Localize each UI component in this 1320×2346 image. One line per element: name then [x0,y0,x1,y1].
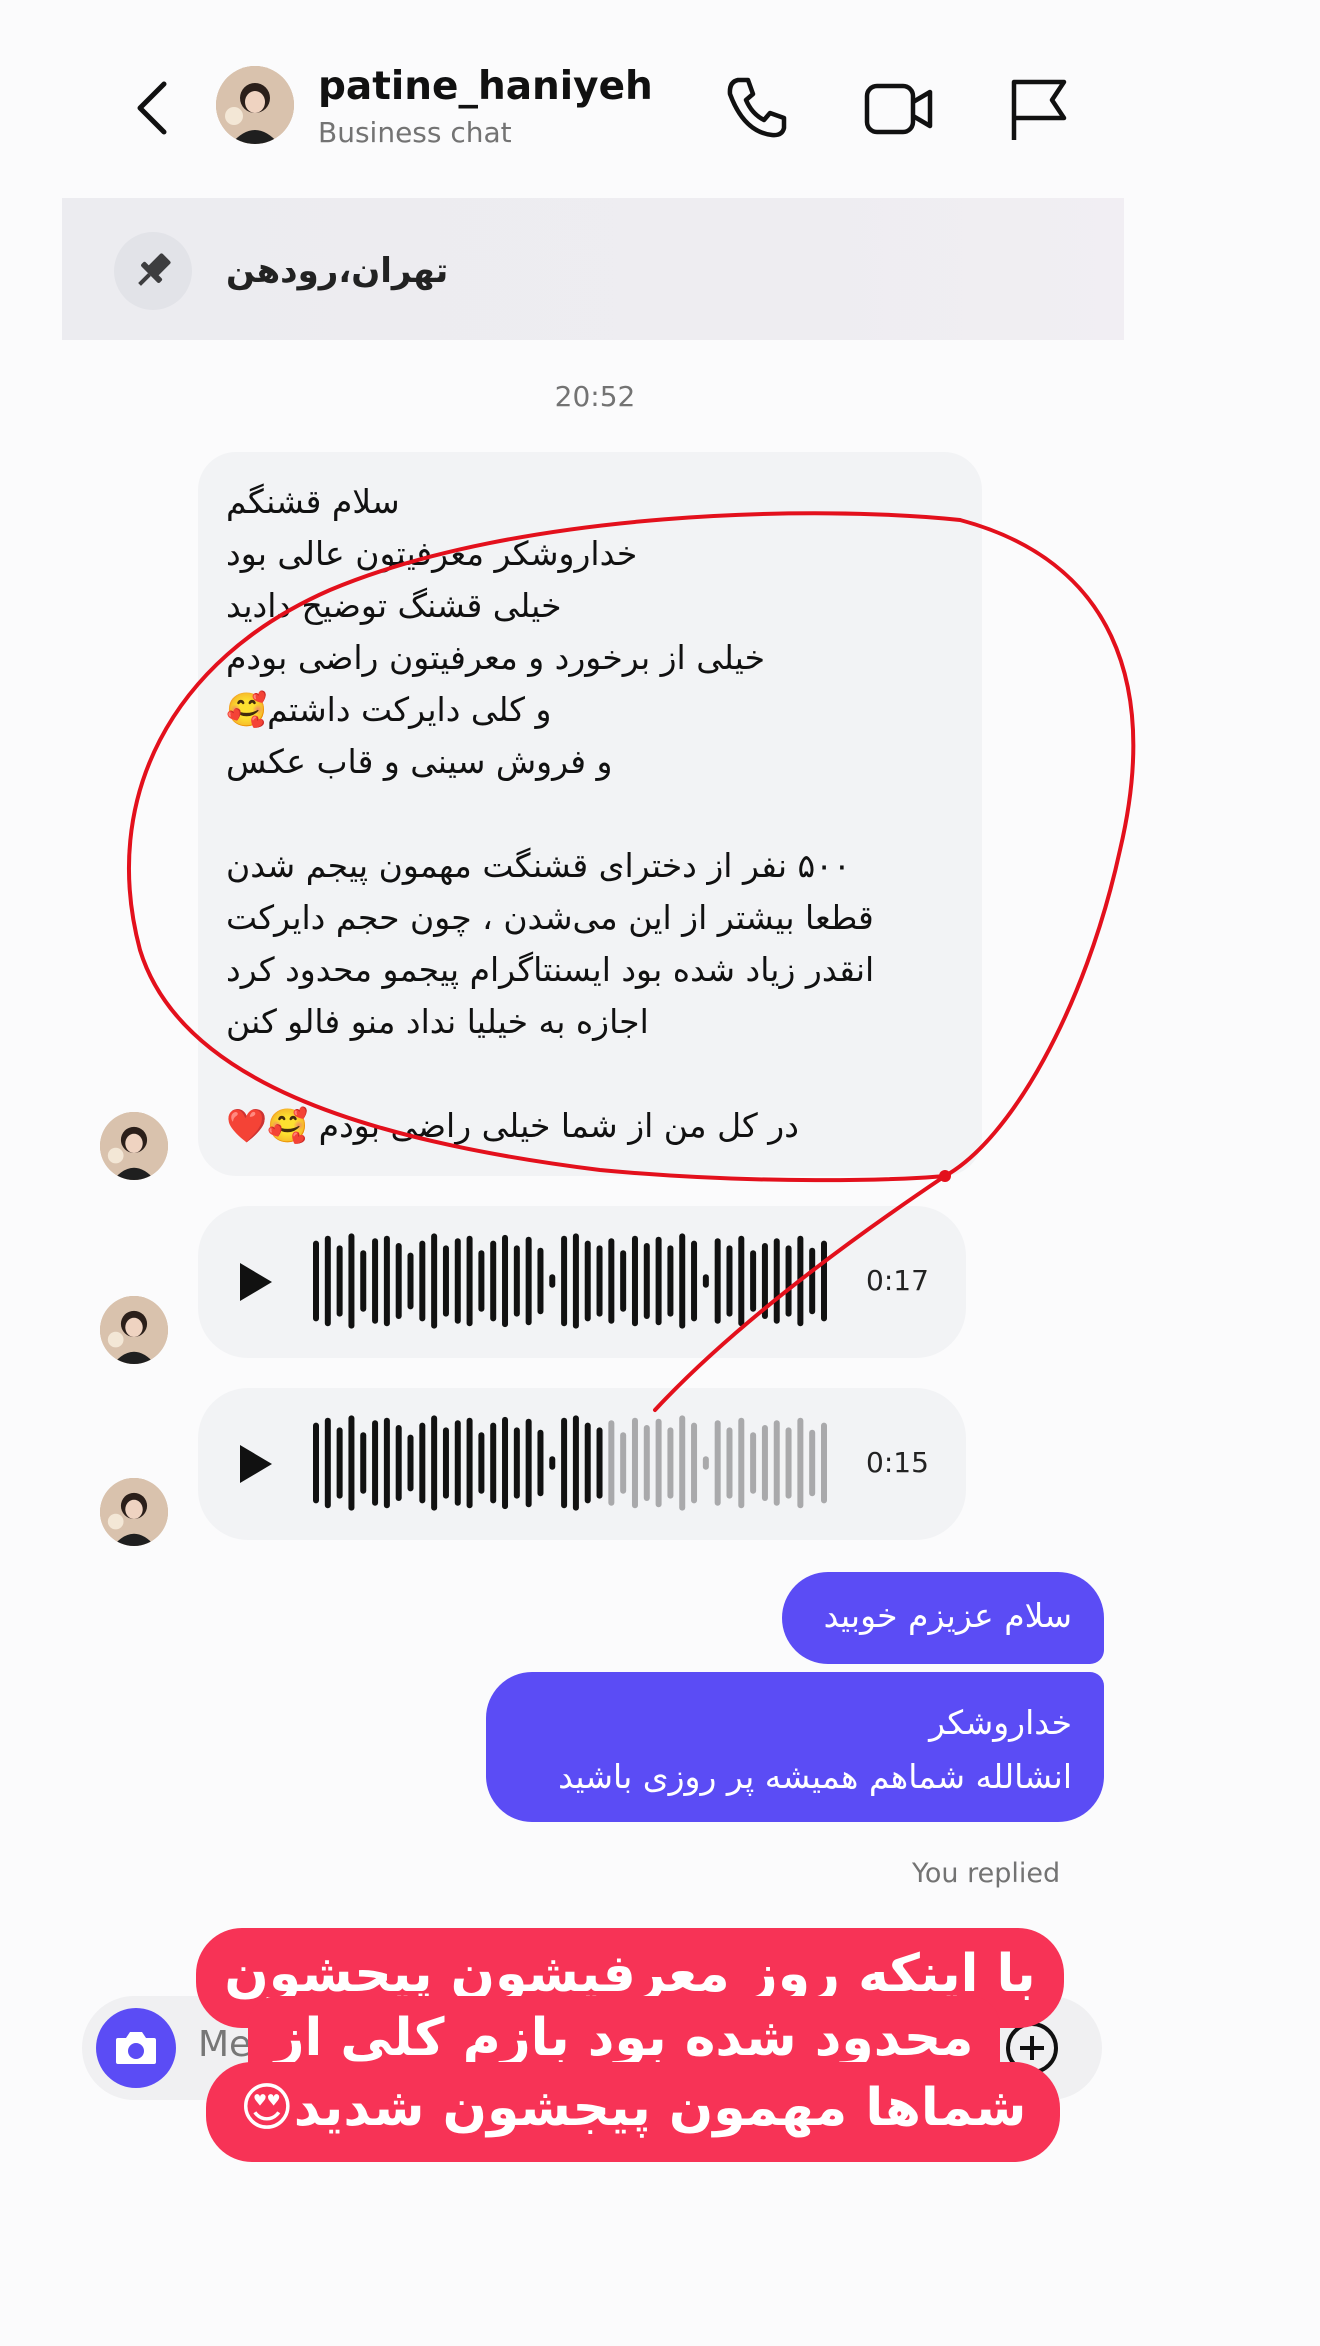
sticker-text: با اینکه روز معرفیشون پیجشون [224,1944,1036,2004]
sticker-text: محدود شده بود بازم کلی از [274,2008,974,2068]
sticker-text: شماها مهمون پیجشون شدید😍 [239,2078,1027,2138]
sticker-caption-line: شماها مهمون پیجشون شدید😍 [206,2062,1060,2162]
